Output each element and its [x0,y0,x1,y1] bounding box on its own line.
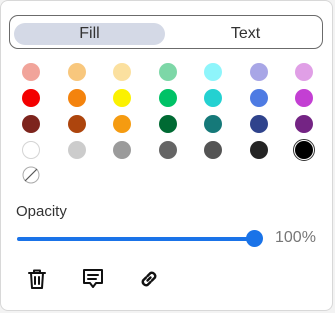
color-swatch[interactable] [250,89,268,107]
color-swatch[interactable] [68,141,86,159]
color-swatch[interactable] [113,63,131,81]
tab-text[interactable]: Text [171,23,320,45]
color-swatch[interactable] [204,141,222,159]
color-swatch[interactable] [250,63,268,81]
link-icon [141,271,157,287]
color-picker-panel: Fill Text Opacity 100% [0,0,333,311]
color-swatch[interactable] [159,115,177,133]
color-swatch[interactable] [22,141,40,159]
color-swatch[interactable] [159,141,177,159]
color-swatch[interactable] [204,63,222,81]
color-swatch[interactable] [159,63,177,81]
delete-button[interactable] [23,265,51,293]
color-swatch[interactable] [159,89,177,107]
opacity-slider-track[interactable] [17,237,255,241]
trash-icon [28,269,46,289]
no-fill-icon[interactable] [22,166,40,184]
comment-icon [83,269,103,288]
color-swatch[interactable] [295,115,313,133]
color-swatch[interactable] [22,63,40,81]
opacity-label: Opacity [16,203,67,220]
color-swatch[interactable] [68,89,86,107]
color-swatch[interactable] [113,141,131,159]
color-swatch[interactable] [250,141,268,159]
opacity-slider-thumb[interactable] [246,230,263,247]
color-swatch[interactable] [68,63,86,81]
color-swatch[interactable] [204,89,222,107]
color-swatch[interactable] [250,115,268,133]
color-swatch[interactable] [113,115,131,133]
color-swatch[interactable] [22,89,40,107]
opacity-value: 100% [275,229,316,246]
color-swatch[interactable] [68,115,86,133]
link-button[interactable] [135,265,163,293]
fill-text-tabs: Fill Text [9,15,323,49]
tab-fill[interactable]: Fill [14,23,165,45]
selected-swatch-indicator [293,139,315,161]
comment-button[interactable] [79,265,107,293]
color-swatch[interactable] [295,63,313,81]
color-swatch[interactable] [113,89,131,107]
color-swatch[interactable] [22,115,40,133]
color-swatch[interactable] [204,115,222,133]
color-swatch[interactable] [295,89,313,107]
